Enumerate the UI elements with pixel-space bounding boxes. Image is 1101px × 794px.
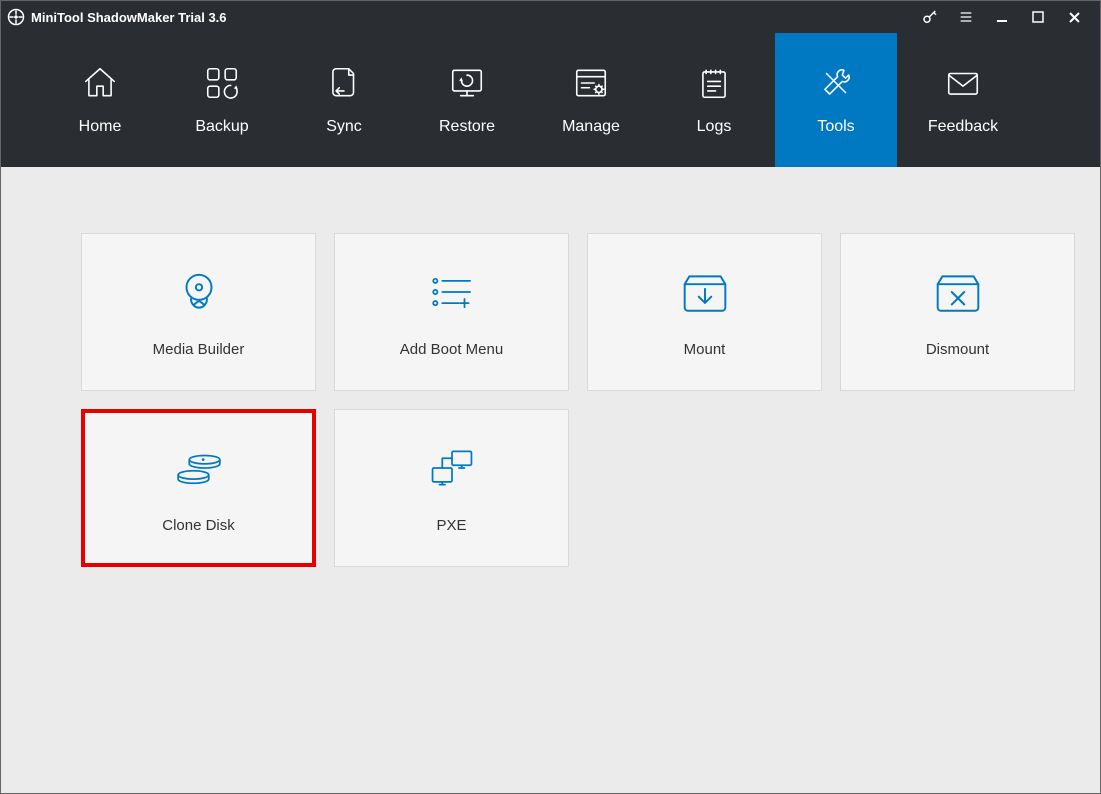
minimize-button[interactable]: [984, 1, 1020, 33]
nav-backup[interactable]: Backup: [161, 33, 283, 167]
tile-clone-disk[interactable]: Clone Disk: [81, 409, 316, 567]
tile-label: Dismount: [926, 341, 989, 358]
tile-label: PXE: [436, 517, 466, 534]
tile-dismount[interactable]: Dismount: [840, 233, 1075, 391]
dismount-icon: [933, 267, 983, 317]
nav-restore[interactable]: Restore: [405, 33, 529, 167]
nav-label: Logs: [697, 118, 732, 136]
tools-content: Media Builder Add Boot Menu: [1, 167, 1100, 567]
sync-icon: [325, 64, 363, 102]
app-logo-icon: [7, 8, 25, 26]
tile-label: Mount: [684, 341, 726, 358]
titlebar: MiniTool ShadowMaker Trial 3.6: [1, 1, 1100, 33]
add-boot-menu-icon: [427, 267, 477, 317]
nav-label: Restore: [439, 118, 495, 136]
menu-icon[interactable]: [948, 1, 984, 33]
key-icon[interactable]: [912, 1, 948, 33]
manage-icon: [572, 64, 610, 102]
nav-label: Feedback: [928, 118, 998, 136]
nav-label: Backup: [195, 118, 248, 136]
nav-label: Tools: [817, 118, 854, 136]
nav-tools[interactable]: Tools: [775, 33, 897, 167]
feedback-icon: [944, 64, 982, 102]
maximize-button[interactable]: [1020, 1, 1056, 33]
nav-feedback[interactable]: Feedback: [897, 33, 1029, 167]
main-nav: Home Backup Sync Restore: [1, 33, 1100, 167]
nav-label: Sync: [326, 118, 362, 136]
app-title: MiniTool ShadowMaker Trial 3.6: [31, 10, 227, 25]
pxe-icon: [427, 443, 477, 493]
nav-label: Manage: [562, 118, 620, 136]
tile-label: Add Boot Menu: [400, 341, 503, 358]
clone-disk-icon: [174, 443, 224, 493]
tools-icon: [817, 64, 855, 102]
tile-label: Clone Disk: [162, 517, 235, 534]
media-builder-icon: [174, 267, 224, 317]
mount-icon: [680, 267, 730, 317]
tile-label: Media Builder: [153, 341, 245, 358]
tile-add-boot-menu[interactable]: Add Boot Menu: [334, 233, 569, 391]
tile-pxe[interactable]: PXE: [334, 409, 569, 567]
nav-sync[interactable]: Sync: [283, 33, 405, 167]
nav-manage[interactable]: Manage: [529, 33, 653, 167]
home-icon: [81, 64, 119, 102]
backup-icon: [203, 64, 241, 102]
tile-mount[interactable]: Mount: [587, 233, 822, 391]
logs-icon: [695, 64, 733, 102]
close-button[interactable]: [1056, 1, 1092, 33]
nav-label: Home: [79, 118, 122, 136]
nav-home[interactable]: Home: [39, 33, 161, 167]
nav-logs[interactable]: Logs: [653, 33, 775, 167]
restore-icon: [448, 64, 486, 102]
tile-media-builder[interactable]: Media Builder: [81, 233, 316, 391]
tools-grid: Media Builder Add Boot Menu: [81, 233, 1020, 567]
